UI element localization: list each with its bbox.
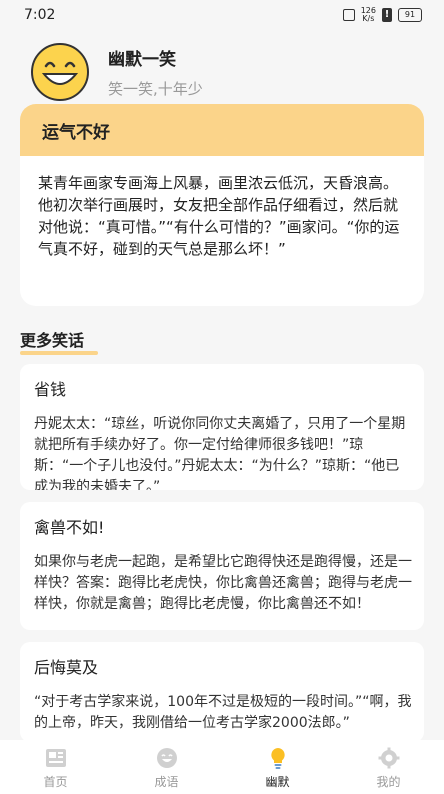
page-title: 幽默一笑: [108, 50, 176, 70]
joke-card[interactable]: 禽兽不如! 如果你与老虎一起跑，是希望比它跑得快还是跑得慢，还是一样快？答案：跑…: [20, 502, 424, 630]
section-underline: [20, 351, 98, 355]
nfc-icon: [342, 9, 355, 21]
joke-title: 省钱: [34, 380, 67, 399]
featured-joke-body: 某青年画家专画海上风暴，画里浓云低沉，天昏浪高。他初次举行画展时，女友把全部作品…: [38, 174, 400, 258]
network-speed: 126 K/s: [360, 6, 376, 23]
joke-body: 如果你与老虎一起跑，是希望比它跑得快还是跑得慢，还是一样快？答案：跑得比老虎快，…: [34, 554, 412, 612]
nav-item-mine[interactable]: 我的: [349, 746, 429, 790]
joke-body: “对于考古学家来说，100年不过是极短的一段时间。”“啊，我的上帝，昨天，我刚借…: [34, 694, 412, 731]
nav-label: 成语: [154, 775, 179, 789]
lightbulb-icon: [270, 748, 285, 769]
page-header: 幽默一笑 笑一笑,十年少: [30, 42, 203, 102]
nav-item-home[interactable]: 首页: [16, 746, 96, 790]
joke-title: 后悔莫及: [34, 658, 99, 677]
alert-icon: !: [382, 8, 392, 22]
joke-title: 禽兽不如!: [34, 518, 105, 537]
joke-body: 丹妮太太：“琼丝，听说你同你丈夫离婚了，只用了一个星期就把所有手续办好了。你一定…: [34, 416, 406, 490]
section-title: 更多笑话: [20, 331, 85, 350]
nav-label: 我的: [376, 775, 401, 789]
smiley-face-icon: [31, 43, 89, 101]
nav-item-idioms[interactable]: 成语: [127, 746, 207, 790]
featured-joke-title: 运气不好: [20, 104, 424, 156]
bottom-nav: 首页 成语 幽默 我的: [0, 740, 444, 794]
status-icons: 126 K/s ! 91: [342, 6, 422, 23]
newspaper-icon: [45, 749, 66, 767]
smile-icon: [156, 748, 177, 768]
page-subtitle: 笑一笑,十年少: [108, 80, 203, 98]
nav-item-humor[interactable]: 幽默: [238, 746, 318, 790]
status-bar: 7:02 126 K/s ! 91: [0, 0, 444, 30]
joke-card[interactable]: 后悔莫及 “对于考古学家来说，100年不过是极短的一段时间。”“啊，我的上帝，昨…: [20, 642, 424, 742]
status-time: 7:02: [24, 7, 56, 23]
nav-label: 幽默: [265, 775, 290, 789]
battery-icon: 91: [398, 8, 422, 22]
nav-label: 首页: [43, 775, 68, 789]
featured-joke-card[interactable]: 运气不好 某青年画家专画海上风暴，画里浓云低沉，天昏浪高。他初次举行画展时，女友…: [20, 104, 424, 306]
gear-icon: [378, 747, 399, 769]
joke-card[interactable]: 省钱 丹妮太太：“琼丝，听说你同你丈夫离婚了，只用了一个星期就把所有手续办好了。…: [20, 364, 424, 490]
